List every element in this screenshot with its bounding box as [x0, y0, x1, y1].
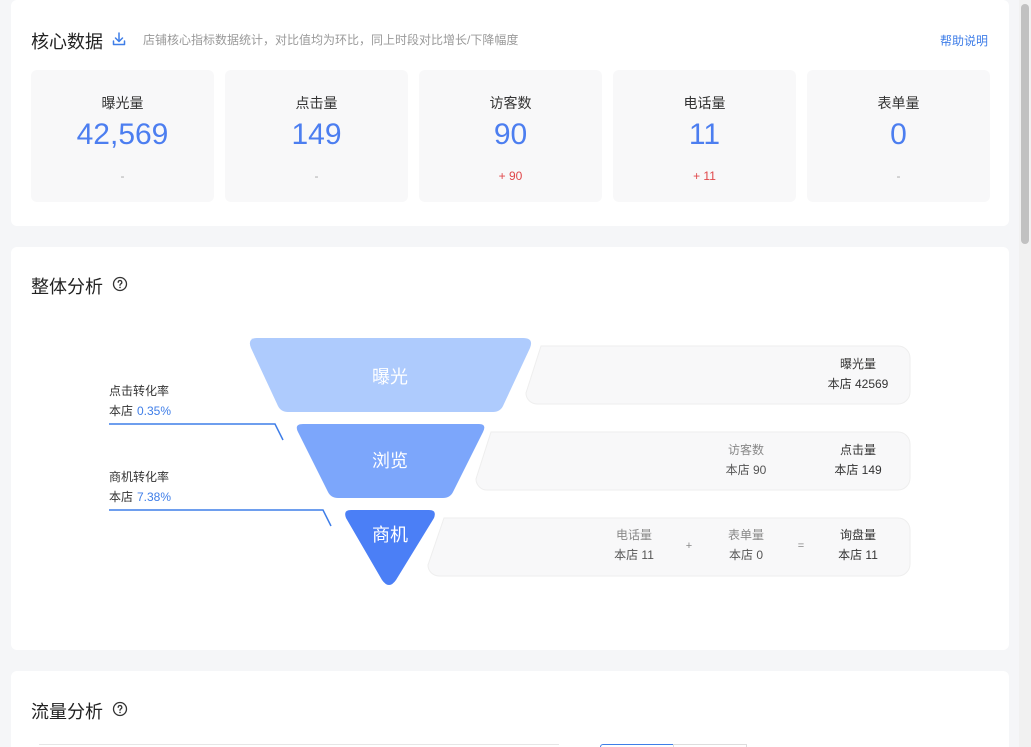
metric-change: + 90	[498, 169, 523, 183]
metric-card-visitors: 访客数 90 + 90	[419, 70, 602, 202]
inquiry-count-label: 询盘量	[840, 527, 876, 542]
visitor-count-value: 本店 90	[726, 463, 767, 477]
metric-card-calls: 电话量 11 + 11	[613, 70, 796, 202]
call-count-label: 电话量	[616, 528, 652, 542]
core-data-card: 核心数据 店铺核心指标数据统计，对比值均为环比，同上时段对比增长/下降幅度 帮助…	[11, 0, 1009, 226]
funnel-panel-browse	[475, 431, 911, 491]
metric-change: + 11	[693, 169, 716, 183]
exposure-count-label: 曝光量	[840, 357, 876, 371]
traffic-divider	[39, 744, 559, 745]
funnel-stage-leads	[345, 510, 435, 585]
funnel-chart: 曝光 浏览 商机 点击转化率 本店 0.35% 商机转化率 本店 7.38% 曝…	[109, 338, 911, 585]
scrollbar-track[interactable]	[1019, 0, 1031, 747]
form-count-value: 本店 0	[729, 548, 763, 562]
funnel-stage-label: 曝光	[372, 367, 408, 387]
plus-operator: +	[686, 540, 692, 552]
metric-label: 访客数	[489, 95, 532, 111]
inquiry-count-value: 本店 11	[838, 548, 878, 562]
funnel-panel-exposure	[525, 345, 911, 405]
biz-rate-value: 7.38%	[137, 490, 171, 504]
overall-analysis-card: 整体分析 曝光 浏览 商机 点击转化率 本店 0.35% 商机转化率 本店 7.…	[11, 247, 1009, 650]
metric-value: 42,569	[76, 118, 169, 151]
click-rate-prefix: 本店	[109, 404, 133, 418]
core-data-title: 核心数据	[31, 32, 103, 52]
metric-card-exposure: 曝光量 42,569 -	[31, 70, 214, 202]
question-circle-icon[interactable]	[112, 701, 128, 717]
click-rate-label: 点击转化率	[109, 383, 169, 398]
metric-label: 电话量	[683, 95, 726, 111]
metric-label: 曝光量	[101, 95, 144, 111]
biz-rate-connector	[109, 509, 332, 527]
metric-value: 11	[688, 118, 721, 151]
visitor-count-label: 访客数	[728, 442, 764, 457]
call-count-value: 本店 11	[614, 548, 654, 562]
metric-label: 表单量	[877, 95, 920, 111]
metric-change: -	[896, 169, 901, 183]
metric-label: 点击量	[295, 95, 338, 111]
click-count-label: 点击量	[840, 443, 876, 457]
metric-value: 0	[890, 118, 907, 151]
traffic-analysis-title: 流量分析	[31, 702, 103, 722]
click-rate-value: 0.35%	[137, 404, 171, 418]
metric-value: 90	[493, 118, 528, 151]
funnel-stage-label: 浏览	[372, 451, 408, 471]
exposure-count-value: 本店 42569	[828, 377, 889, 391]
click-count-value: 本店 149	[834, 463, 882, 477]
metric-card-forms: 表单量 0 -	[807, 70, 990, 202]
equals-operator: =	[798, 540, 804, 552]
scrollbar-thumb[interactable]	[1021, 4, 1029, 244]
click-rate-connector	[109, 423, 284, 441]
metric-card-clicks: 点击量 149 -	[225, 70, 408, 202]
funnel-panel-leads	[427, 517, 911, 577]
core-data-description: 店铺核心指标数据统计，对比值均为环比，同上时段对比增长/下降幅度	[143, 33, 519, 47]
metric-value: 149	[291, 118, 342, 151]
biz-rate-label: 商机转化率	[109, 469, 169, 484]
form-count-label: 表单量	[728, 528, 764, 542]
metric-change: -	[120, 169, 125, 183]
funnel-stage-label: 商机	[372, 525, 408, 545]
biz-rate-prefix: 本店	[109, 490, 133, 504]
metric-change: -	[314, 169, 319, 183]
traffic-analysis-card: 流量分析	[11, 671, 1009, 747]
download-icon[interactable]	[111, 31, 127, 47]
help-link[interactable]: 帮助说明	[940, 32, 988, 49]
